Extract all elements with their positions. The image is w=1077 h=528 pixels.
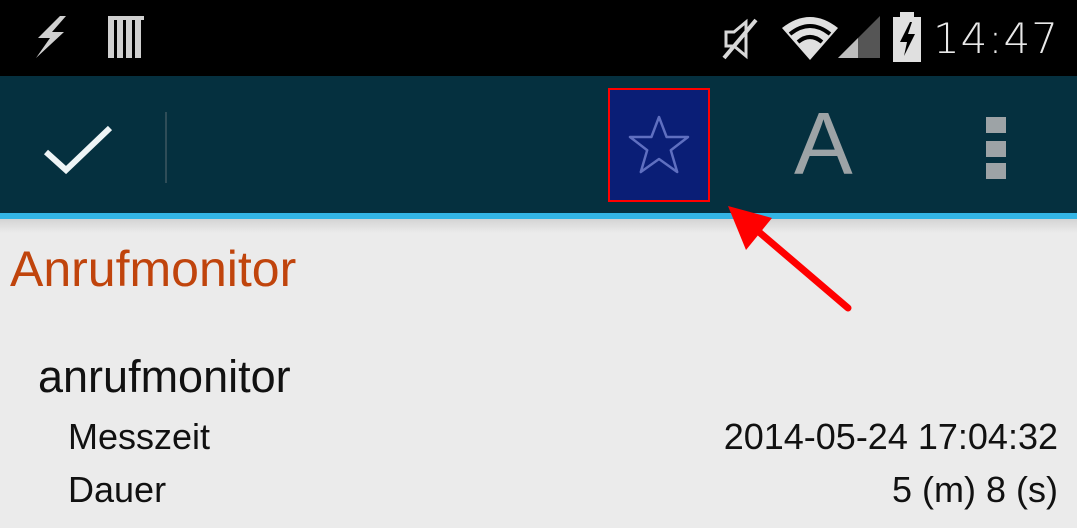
action-bar-divider [165, 112, 167, 183]
battery-charging-icon [893, 12, 921, 62]
row-value: 2014-05-24 17:04:32 [723, 416, 1058, 457]
usb-debug-icon [36, 16, 66, 58]
action-bar [0, 76, 1077, 213]
wifi-icon [782, 17, 838, 60]
section-title: anrufmonitor [38, 351, 291, 402]
row-label: Messzeit [68, 416, 211, 457]
row-label: Dauer [68, 469, 167, 510]
signal-icon [838, 16, 880, 58]
action-bar-shadow [0, 219, 1077, 233]
clock: 14:47 [932, 14, 1059, 63]
done-button[interactable] [30, 110, 126, 190]
overflow-menu-icon[interactable] [986, 117, 1006, 179]
muted-icon [722, 18, 758, 60]
page-title: Anrufmonitor [10, 241, 297, 297]
favorite-button[interactable] [610, 90, 708, 200]
detail-row-dauer: Dauer 5 (m) 8 (s) [68, 469, 1058, 517]
row-value: 5 (m) 8 (s) [892, 469, 1058, 510]
sim-card-icon [108, 16, 144, 58]
check-icon [43, 125, 113, 175]
status-bar: 14:47 [0, 0, 1077, 76]
detail-row-messzeit: Messzeit 2014-05-24 17:04:32 [68, 416, 1058, 464]
font-size-button[interactable]: A [794, 100, 853, 188]
star-icon [628, 115, 690, 174]
